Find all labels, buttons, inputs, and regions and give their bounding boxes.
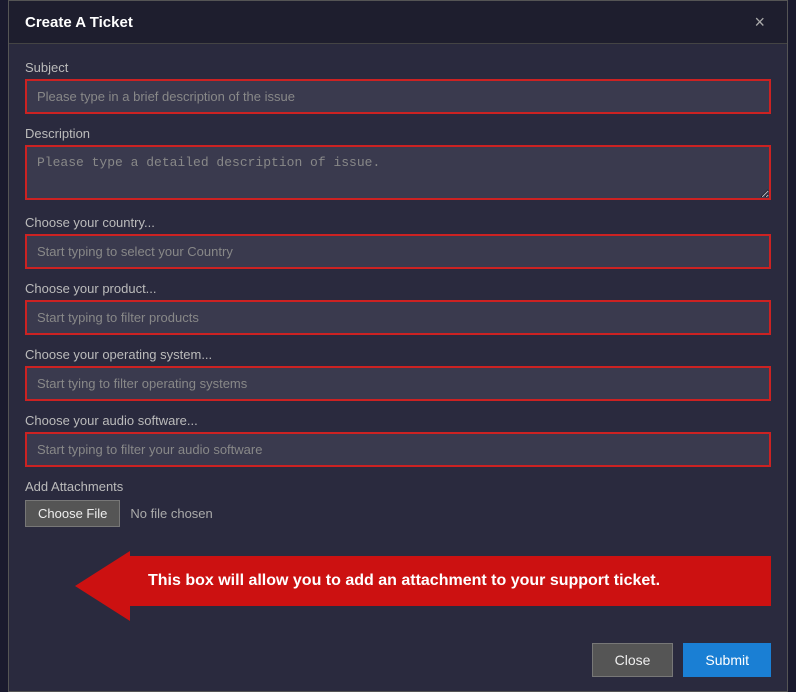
country-input[interactable]: [25, 234, 771, 269]
modal-header: Create A Ticket ×: [9, 1, 787, 44]
os-label: Choose your operating system...: [25, 347, 771, 362]
country-field-group: Choose your country...: [25, 215, 771, 269]
attachments-section: Add Attachments Choose File No file chos…: [25, 479, 771, 527]
file-row: Choose File No file chosen: [25, 500, 771, 527]
description-label: Description: [25, 126, 771, 141]
modal-close-button[interactable]: ×: [748, 11, 771, 33]
description-field-group: Description: [25, 126, 771, 203]
country-label: Choose your country...: [25, 215, 771, 230]
subject-input[interactable]: [25, 79, 771, 114]
create-ticket-modal: Create A Ticket × Subject Description Ch…: [8, 0, 788, 692]
subject-label: Subject: [25, 60, 771, 75]
product-field-group: Choose your product...: [25, 281, 771, 335]
audio-input[interactable]: [25, 432, 771, 467]
modal-title: Create A Ticket: [25, 14, 133, 31]
arrow-tooltip-container: This box will allow you to add an attach…: [75, 541, 771, 621]
subject-field-group: Subject: [25, 60, 771, 114]
red-arrow-icon: [75, 551, 130, 621]
product-input[interactable]: [25, 300, 771, 335]
submit-button[interactable]: Submit: [683, 643, 771, 677]
choose-file-button[interactable]: Choose File: [25, 500, 120, 527]
product-label: Choose your product...: [25, 281, 771, 296]
audio-label: Choose your audio software...: [25, 413, 771, 428]
audio-field-group: Choose your audio software...: [25, 413, 771, 467]
modal-body: Subject Description Choose your country.…: [9, 44, 787, 633]
close-button[interactable]: Close: [592, 643, 674, 677]
description-input[interactable]: [25, 145, 771, 200]
os-field-group: Choose your operating system...: [25, 347, 771, 401]
no-file-text: No file chosen: [130, 506, 212, 521]
tooltip-section: This box will allow you to add an attach…: [25, 541, 771, 621]
modal-footer: Close Submit: [9, 633, 787, 691]
os-input[interactable]: [25, 366, 771, 401]
attachments-label: Add Attachments: [25, 479, 771, 494]
tooltip-box: This box will allow you to add an attach…: [130, 556, 771, 606]
